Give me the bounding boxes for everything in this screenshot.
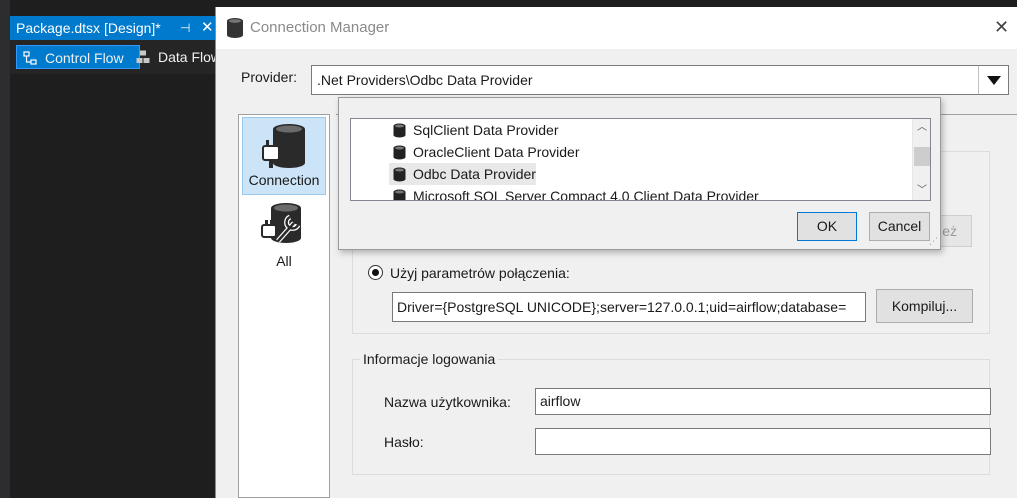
list-item-selected[interactable]: Odbc Data Provider [389, 163, 536, 185]
page-connection-label: Connection [248, 172, 320, 188]
connection-string-field[interactable]: Driver={PostgreSQL UNICODE};server=127.0… [392, 292, 866, 322]
connection-manager-dialog: Connection Manager ✕ Provider: .Net Prov… [215, 7, 1017, 498]
page-all[interactable]: All [242, 199, 326, 271]
use-connection-string-label: Użyj parametrów połączenia: [390, 265, 570, 281]
designer-tabs: Control Flow Data Flow [10, 40, 221, 74]
data-flow-icon [136, 50, 150, 63]
ide-background: Package.dtsx [Design]* ⊣ ✕ Control Flow … [0, 0, 221, 498]
password-field[interactable] [535, 428, 991, 455]
designer-canvas [10, 74, 215, 498]
provider-db-icon [393, 145, 406, 160]
dialog-title: Connection Manager [250, 19, 390, 36]
all-properties-icon [261, 203, 301, 243]
provider-value: .Net Providers\Odbc Data Provider [317, 72, 533, 88]
resize-grip-icon[interactable]: ⋰ [929, 236, 938, 247]
provider-label: Provider: [241, 69, 298, 85]
list-item[interactable]: Microsoft SQL Server Compact 4.0 Client … [389, 185, 759, 201]
ok-button[interactable]: OK [797, 212, 857, 241]
tab-control-flow[interactable]: Control Flow [16, 45, 140, 69]
page-selector: Connection All [238, 114, 330, 498]
database-icon [227, 18, 243, 38]
document-tab-label: Package.dtsx [Design]* [16, 20, 161, 36]
disabled-button-label: eż [942, 223, 957, 239]
list-scrollbar[interactable]: ︿ ﹀ [912, 119, 930, 200]
provider-db-icon [393, 123, 406, 138]
ide-side-strip [0, 0, 10, 498]
scroll-thumb[interactable] [914, 147, 930, 166]
dialog-titlebar: Connection Manager ✕ [216, 7, 1017, 49]
tab-control-flow-label: Control Flow [45, 50, 124, 66]
list-item-label: SqlClient Data Provider [413, 122, 559, 138]
list-item[interactable]: SqlClient Data Provider [389, 119, 559, 141]
list-item[interactable]: OracleClient Data Provider [389, 141, 580, 163]
username-label: Nazwa użytkownika: [384, 394, 511, 410]
provider-list[interactable]: SqlClient Data Provider OracleClient Dat… [350, 118, 931, 201]
control-flow-icon [23, 51, 37, 65]
compile-button[interactable]: Kompiluj... [876, 289, 973, 323]
close-icon[interactable]: ✕ [994, 17, 1009, 38]
connection-plug-icon [262, 124, 305, 168]
close-tab-icon[interactable]: ✕ [201, 16, 214, 40]
tab-data-flow-label: Data Flow [158, 49, 222, 65]
list-item-label: Odbc Data Provider [413, 166, 536, 182]
scroll-up-icon[interactable]: ︿ [913, 119, 930, 137]
provider-popup: SqlClient Data Provider OracleClient Dat… [338, 97, 941, 250]
page-all-label: All [276, 253, 292, 269]
cancel-button[interactable]: Cancel [869, 212, 930, 241]
page-connection[interactable]: Connection [242, 117, 326, 195]
chevron-down-icon[interactable] [978, 66, 1008, 94]
username-field[interactable]: airflow [535, 388, 991, 415]
provider-db-icon [393, 167, 406, 182]
use-connection-string-radio[interactable] [368, 265, 383, 280]
provider-db-icon [393, 189, 406, 200]
pin-icon[interactable]: ⊣ [180, 16, 190, 40]
password-label: Hasło: [384, 434, 424, 450]
login-group-title: Informacje logowania [360, 351, 499, 367]
list-item-label: Microsoft SQL Server Compact 4.0 Client … [413, 188, 759, 201]
provider-dropdown[interactable]: .Net Providers\Odbc Data Provider [311, 65, 1009, 95]
scroll-down-icon[interactable]: ﹀ [913, 182, 930, 200]
document-tab[interactable]: Package.dtsx [Design]* ⊣ ✕ [10, 16, 215, 40]
login-group: Nazwa użytkownika: airflow Hasło: [352, 359, 991, 475]
list-item-label: OracleClient Data Provider [413, 144, 580, 160]
